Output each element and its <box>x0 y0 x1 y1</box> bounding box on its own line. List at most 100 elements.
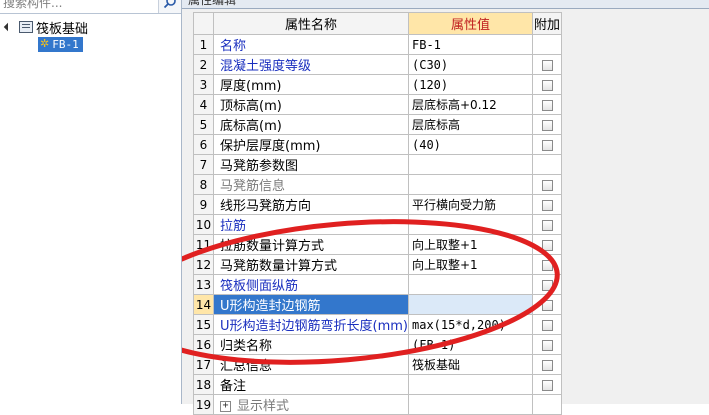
extra-cell <box>532 314 562 335</box>
property-name-cell[interactable]: 线形马凳筋方向 <box>213 194 409 215</box>
property-name-cell[interactable]: 拉筋 <box>213 214 409 235</box>
search-button[interactable] <box>158 0 181 13</box>
property-value-cell[interactable] <box>408 174 533 195</box>
extra-cell <box>532 114 562 135</box>
extra-cell <box>532 54 562 75</box>
property-row[interactable]: 11 拉筋数量计算方式 向上取整+1 <box>193 234 562 255</box>
property-row[interactable]: 17 汇总信息 筏板基础 <box>193 354 562 375</box>
property-row[interactable]: 14 U形构造封边钢筋 <box>193 294 562 315</box>
extra-checkbox[interactable] <box>541 379 553 391</box>
property-name-cell[interactable]: 筏板侧面纵筋 <box>213 274 409 295</box>
property-value-cell[interactable]: 向上取整+1 <box>408 254 533 275</box>
extra-checkbox[interactable] <box>541 279 553 291</box>
property-row[interactable]: 15 U形构造封边钢筋弯折长度(mm) max(15*d,200) <box>193 314 562 335</box>
property-row[interactable]: 16 归类名称 (FB-1) <box>193 334 562 355</box>
extra-checkbox[interactable] <box>541 219 553 231</box>
row-number: 6 <box>193 134 214 155</box>
header-extra[interactable]: 附加 <box>532 12 562 35</box>
extra-cell <box>532 274 562 295</box>
property-name-cell[interactable]: U形构造封边钢筋 <box>213 294 409 315</box>
property-row[interactable]: 5 底标高(m) 层底标高 <box>193 114 562 135</box>
tree-selected-item[interactable]: ✲ FB-1 <box>38 36 83 52</box>
property-name-cell[interactable]: U形构造封边钢筋弯折长度(mm) <box>213 314 409 335</box>
property-value-cell[interactable] <box>408 294 533 315</box>
property-name-cell[interactable]: 名称 <box>213 34 409 55</box>
extra-checkbox[interactable] <box>541 119 553 131</box>
property-row[interactable]: 18 备注 <box>193 374 562 395</box>
property-name-cell[interactable]: 保护层厚度(mm) <box>213 134 409 155</box>
property-row[interactable]: 10 拉筋 <box>193 214 562 235</box>
property-name-cell[interactable]: 顶标高(m) <box>213 94 409 115</box>
property-row[interactable]: 13 筏板侧面纵筋 <box>193 274 562 295</box>
component-tree-panel: 筏板基础 ✲ FB-1 <box>0 0 182 404</box>
property-value-cell[interactable]: (FB-1) <box>408 334 533 355</box>
header-property-name[interactable]: 属性名称 <box>213 12 409 35</box>
property-value-cell[interactable]: 筏板基础 <box>408 354 533 375</box>
extra-checkbox[interactable] <box>541 179 553 191</box>
property-name-cell[interactable]: 备注 <box>213 374 409 395</box>
property-name-label: 混凝土强度等级 <box>220 59 312 74</box>
header-property-value[interactable]: 属性值 <box>408 12 533 35</box>
property-value-cell[interactable]: FB-1 <box>408 34 533 55</box>
extra-checkbox[interactable] <box>541 259 553 271</box>
extra-checkbox[interactable] <box>541 339 553 351</box>
extra-cell <box>532 194 562 215</box>
property-name-cell[interactable]: 马凳筋信息 <box>213 174 409 195</box>
property-row[interactable]: 8 马凳筋信息 <box>193 174 562 195</box>
expand-arrow-icon[interactable] <box>4 22 14 32</box>
plus-expander-icon[interactable]: + <box>220 401 231 412</box>
extra-checkbox[interactable] <box>541 99 553 111</box>
property-grid: 属性名称 属性值 附加 1 名称 FB-1 2 混凝土强度等级 (C30) 3 厚度(mm) (… <box>193 12 562 415</box>
property-value-cell[interactable] <box>408 214 533 235</box>
extra-cell <box>532 374 562 395</box>
property-name-cell[interactable]: 马凳筋数量计算方式 <box>213 254 409 275</box>
extra-checkbox[interactable] <box>541 59 553 71</box>
property-name-cell[interactable]: 底标高(m) <box>213 114 409 135</box>
property-row[interactable]: 6 保护层厚度(mm) (40) <box>193 134 562 155</box>
row-number: 18 <box>193 374 214 395</box>
property-name-cell[interactable]: 归类名称 <box>213 334 409 355</box>
extra-checkbox[interactable] <box>541 79 553 91</box>
property-value-cell[interactable]: 层底标高 <box>408 114 533 135</box>
property-value-cell[interactable]: 向上取整+1 <box>408 234 533 255</box>
property-name-cell[interactable]: 拉筋数量计算方式 <box>213 234 409 255</box>
extra-checkbox[interactable] <box>541 359 553 371</box>
property-row[interactable]: 19 + 显示样式 <box>193 394 562 415</box>
property-value-cell[interactable]: 层底标高+0.12 <box>408 94 533 115</box>
property-row[interactable]: 1 名称 FB-1 <box>193 34 562 55</box>
extra-checkbox[interactable] <box>541 199 553 211</box>
property-value-cell[interactable] <box>408 394 533 415</box>
extra-checkbox[interactable] <box>541 299 553 311</box>
property-value-cell[interactable]: (40) <box>408 134 533 155</box>
row-number: 2 <box>193 54 214 75</box>
search-input[interactable] <box>0 0 153 12</box>
property-value-cell[interactable]: max(15*d,200) <box>408 314 533 335</box>
property-value-cell[interactable] <box>408 154 533 175</box>
extra-checkbox[interactable] <box>541 319 553 331</box>
extra-checkbox[interactable] <box>541 239 553 251</box>
tree-root-label: 筏板基础 <box>36 21 89 37</box>
property-row[interactable]: 7 马凳筋参数图 <box>193 154 562 175</box>
property-value-cell[interactable]: 平行横向受力筋 <box>408 194 533 215</box>
property-row[interactable]: 3 厚度(mm) (120) <box>193 74 562 95</box>
property-row[interactable]: 4 顶标高(m) 层底标高+0.12 <box>193 94 562 115</box>
folder-icon <box>19 21 33 33</box>
property-value-cell[interactable] <box>408 274 533 295</box>
property-row[interactable]: 2 混凝土强度等级 (C30) <box>193 54 562 75</box>
property-name-cell[interactable]: 汇总信息 <box>213 354 409 375</box>
property-name-cell[interactable]: 马凳筋参数图 <box>213 154 409 175</box>
property-row[interactable]: 9 线形马凳筋方向 平行横向受力筋 <box>193 194 562 215</box>
property-name-cell[interactable]: 混凝土强度等级 <box>213 54 409 75</box>
property-value-cell[interactable]: (C30) <box>408 54 533 75</box>
property-row[interactable]: 12 马凳筋数量计算方式 向上取整+1 <box>193 254 562 275</box>
property-value-cell[interactable] <box>408 374 533 395</box>
property-name-cell[interactable]: + 显示样式 <box>213 394 409 415</box>
tab-property-editor[interactable]: 属性编辑 <box>188 0 236 8</box>
extra-cell <box>532 254 562 275</box>
tree-node-selected[interactable]: ✲ FB-1 <box>38 36 83 52</box>
extra-checkbox[interactable] <box>541 139 553 151</box>
property-value-cell[interactable]: (120) <box>408 74 533 95</box>
row-number: 14 <box>193 294 214 315</box>
property-name-cell[interactable]: 厚度(mm) <box>213 74 409 95</box>
tree-node-root[interactable]: 筏板基础 <box>4 19 89 37</box>
